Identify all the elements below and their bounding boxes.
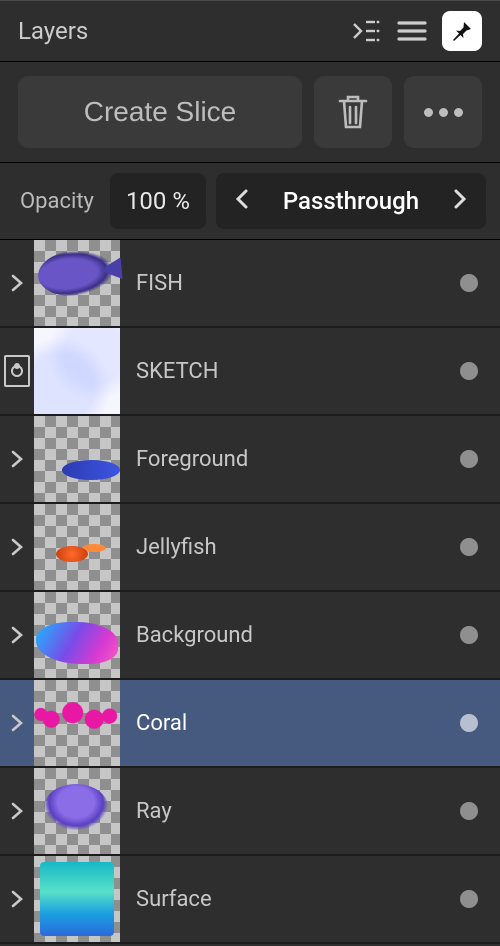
disclosure-chevron-icon[interactable] bbox=[0, 448, 34, 470]
chevron-right-icon[interactable] bbox=[452, 187, 468, 215]
blend-mode-picker[interactable]: Passthrough bbox=[216, 173, 486, 229]
layer-row[interactable]: SKETCH bbox=[0, 328, 500, 416]
pin-icon bbox=[450, 19, 474, 43]
layer-row[interactable]: Coral bbox=[0, 680, 500, 768]
layer-name-label[interactable]: Background bbox=[120, 623, 460, 648]
opacity-label: Opacity bbox=[14, 189, 100, 214]
layer-thumbnail[interactable] bbox=[34, 328, 120, 414]
layer-row[interactable]: Jellyfish bbox=[0, 504, 500, 592]
panel-header: Layers bbox=[0, 1, 500, 61]
visibility-dot[interactable] bbox=[460, 362, 478, 380]
layer-name-label[interactable]: Surface bbox=[120, 887, 460, 912]
layer-list: FISH SKETCH Foreground Jellyfish Background C… bbox=[0, 240, 500, 946]
layer-name-label[interactable]: Jellyfish bbox=[120, 535, 460, 560]
create-slice-button[interactable]: Create Slice bbox=[18, 76, 302, 148]
layer-name-label[interactable]: Ray bbox=[120, 799, 460, 824]
layers-panel: Layers Create Slice bbox=[0, 0, 500, 946]
layer-row[interactable]: FISH bbox=[0, 240, 500, 328]
hamburger-icon[interactable] bbox=[396, 15, 428, 47]
panel-menu-collapse-icon[interactable] bbox=[350, 15, 382, 47]
create-slice-label: Create Slice bbox=[84, 96, 237, 128]
layer-thumbnail[interactable] bbox=[34, 240, 120, 326]
trash-icon bbox=[336, 92, 370, 132]
opacity-blend-row: Opacity 100 % Passthrough bbox=[0, 163, 500, 240]
panel-title: Layers bbox=[18, 17, 336, 45]
layer-row[interactable]: Background bbox=[0, 592, 500, 680]
visibility-dot[interactable] bbox=[460, 274, 478, 292]
visibility-dot[interactable] bbox=[460, 802, 478, 820]
disclosure-chevron-icon[interactable] bbox=[0, 536, 34, 558]
pin-button[interactable] bbox=[442, 11, 482, 51]
visibility-dot[interactable] bbox=[460, 890, 478, 908]
layer-thumbnail[interactable] bbox=[34, 856, 120, 942]
layer-thumbnail[interactable] bbox=[34, 680, 120, 766]
visibility-dot[interactable] bbox=[460, 538, 478, 556]
panel-toolbar: Create Slice bbox=[0, 61, 500, 163]
disclosure-chevron-icon[interactable] bbox=[0, 624, 34, 646]
chevron-left-icon[interactable] bbox=[234, 187, 250, 215]
layer-thumbnail[interactable] bbox=[34, 768, 120, 854]
disclosure-chevron-icon[interactable] bbox=[0, 888, 34, 910]
delete-button[interactable] bbox=[314, 76, 392, 148]
layer-row[interactable]: Surface bbox=[0, 856, 500, 944]
layer-thumbnail[interactable] bbox=[34, 416, 120, 502]
layer-row[interactable]: Foreground bbox=[0, 416, 500, 504]
ellipsis-icon bbox=[424, 108, 463, 117]
blend-mode-label: Passthrough bbox=[283, 187, 419, 215]
visibility-dot[interactable] bbox=[460, 626, 478, 644]
opacity-value[interactable]: 100 % bbox=[110, 173, 206, 229]
disclosure-chevron-icon[interactable] bbox=[0, 800, 34, 822]
disclosure-chevron-icon[interactable] bbox=[0, 272, 34, 294]
layer-thumbnail[interactable] bbox=[34, 504, 120, 590]
layer-name-label[interactable]: FISH bbox=[120, 271, 460, 296]
visibility-dot[interactable] bbox=[460, 450, 478, 468]
visibility-dot[interactable] bbox=[460, 714, 478, 732]
disclosure-chevron-icon[interactable] bbox=[0, 712, 34, 734]
layer-thumbnail[interactable] bbox=[34, 592, 120, 678]
layer-row[interactable]: Ray bbox=[0, 768, 500, 856]
layer-name-label[interactable]: SKETCH bbox=[120, 359, 460, 384]
layer-name-label[interactable]: Foreground bbox=[120, 447, 460, 472]
more-button[interactable] bbox=[404, 76, 482, 148]
layer-name-label[interactable]: Coral bbox=[120, 711, 460, 736]
